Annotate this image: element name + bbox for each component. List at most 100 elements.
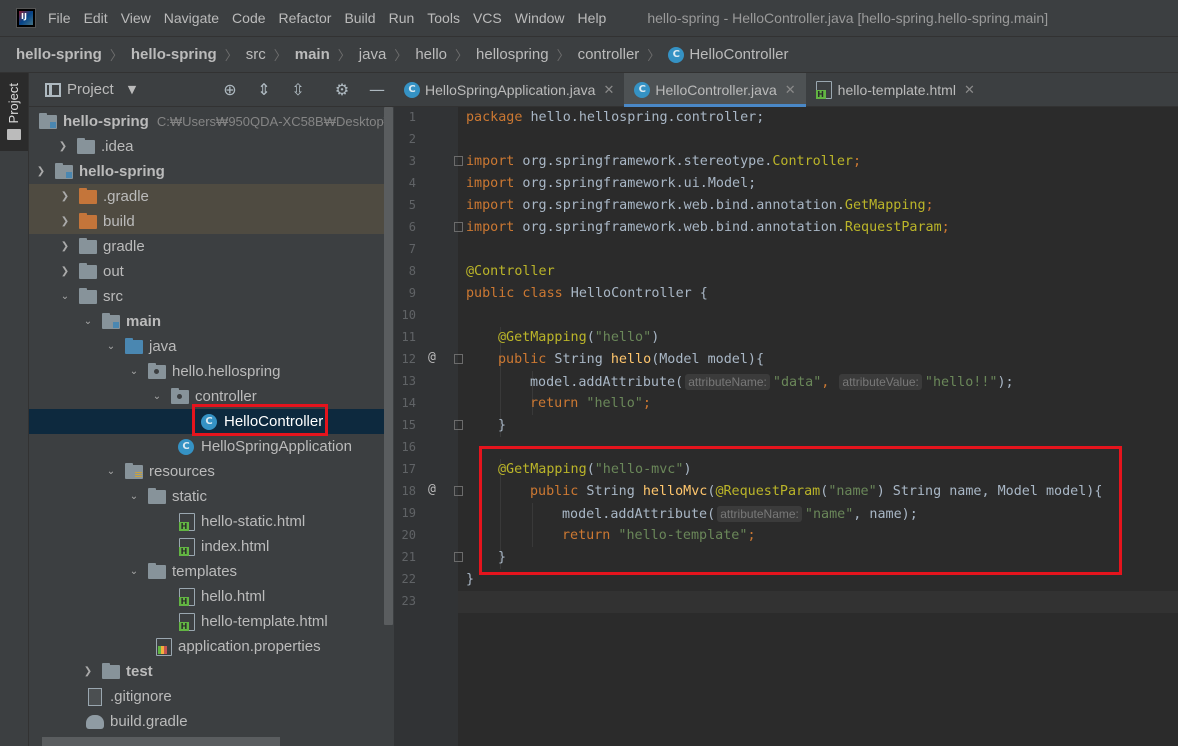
breadcrumb-item[interactable]: controller (578, 46, 640, 63)
tree-item-gradle-dir[interactable]: ❯ .gradle (29, 184, 385, 209)
chevron-right-icon[interactable]: ❯ (57, 216, 73, 227)
chevron-down-icon[interactable]: ▼ (128, 83, 136, 96)
menu-tools[interactable]: Tools (427, 10, 460, 26)
fold-marker-icon[interactable] (454, 222, 463, 232)
tree-item-build-gradle[interactable]: build.gradle (29, 709, 385, 734)
tree-item-build[interactable]: ❯ build (29, 209, 385, 234)
breadcrumb-item[interactable]: hello (415, 46, 447, 63)
close-icon[interactable]: ✕ (603, 82, 614, 98)
line-number: 23 (401, 594, 416, 608)
line-number: 8 (408, 264, 416, 278)
chevron-right-icon[interactable]: ❯ (80, 666, 96, 677)
chevron-down-icon[interactable]: ⌄ (126, 566, 142, 577)
breadcrumb-item[interactable]: hello-spring (131, 46, 217, 63)
tree-item-label: .gitignore (110, 688, 172, 705)
gear-icon[interactable]: ⚙ (332, 80, 352, 100)
tree-item-hello-template-html[interactable]: hello-template.html (29, 609, 385, 634)
tree-item-index-html[interactable]: index.html (29, 534, 385, 559)
tab-hellospringapplication[interactable]: C HelloSpringApplication.java ✕ (394, 73, 624, 107)
tree-item-root[interactable]: hello-spring C:₩Users₩950QDA-XC58B₩Deskt… (29, 109, 385, 134)
java-class-icon: C (668, 46, 685, 63)
menu-navigate[interactable]: Navigate (164, 10, 219, 26)
minimize-icon[interactable]: — (367, 80, 387, 100)
project-view-icon (45, 82, 61, 97)
menu-run[interactable]: Run (389, 10, 415, 26)
fold-marker-icon[interactable] (454, 354, 463, 364)
code-line-23-current[interactable] (458, 591, 1178, 613)
tree-item-idea[interactable]: ❯ .idea (29, 134, 385, 159)
breadcrumb-item[interactable]: hello-spring (16, 46, 102, 63)
implemented-marker-icon[interactable]: @ (428, 350, 436, 365)
tree-item-package[interactable]: ⌄ hello.hellospring (29, 359, 385, 384)
line-number: 15 (401, 418, 416, 432)
chevron-right-icon[interactable]: ❯ (57, 266, 73, 277)
tab-hellocontroller[interactable]: C HelloController.java ✕ (624, 73, 806, 107)
menu-help[interactable]: Help (578, 10, 607, 26)
tree-item-templates[interactable]: ⌄ templates (29, 559, 385, 584)
window-title: hello-spring - HelloController.java [hel… (647, 10, 1049, 26)
tree-item-out[interactable]: ❯ out (29, 259, 385, 284)
source-root-icon (102, 312, 120, 329)
chevron-right-icon[interactable]: ❯ (57, 191, 73, 202)
breadcrumb-separator-icon: 〉 (394, 48, 408, 63)
breadcrumb-item-current[interactable]: C HelloController (668, 46, 789, 63)
tree-item-gitignore[interactable]: .gitignore (29, 684, 385, 709)
tree-item-label: test (126, 663, 153, 680)
menu-file[interactable]: File (48, 10, 71, 26)
breadcrumb-item[interactable]: hellospring (476, 46, 549, 63)
menu-edit[interactable]: Edit (84, 10, 108, 26)
chevron-down-icon[interactable]: ⌄ (57, 291, 73, 302)
menu-refactor[interactable]: Refactor (279, 10, 332, 26)
tree-item-static[interactable]: ⌄ static (29, 484, 385, 509)
fold-marker-icon[interactable] (454, 552, 463, 562)
project-vertical-scrollbar[interactable] (384, 107, 393, 625)
tree-item-src[interactable]: ⌄ src (29, 284, 385, 309)
project-tool-tab[interactable]: Project (0, 73, 28, 151)
chevron-down-icon[interactable]: ⌄ (103, 341, 119, 352)
folder-icon (79, 262, 97, 279)
fold-marker-icon[interactable] (454, 156, 463, 166)
code-line-12: public String hello(Model model){ (498, 352, 765, 367)
breadcrumb-item[interactable]: java (359, 46, 387, 63)
chevron-down-icon[interactable]: ⌄ (149, 391, 165, 402)
chevron-down-icon[interactable]: ⌄ (126, 491, 142, 502)
breadcrumb-item[interactable]: src (246, 46, 266, 63)
tree-item-main[interactable]: ⌄ main (29, 309, 385, 334)
menu-build[interactable]: Build (344, 10, 375, 26)
expand-all-icon[interactable]: ⇕ (254, 80, 274, 100)
implemented-marker-icon[interactable]: @ (428, 482, 436, 497)
tree-item-gradle[interactable]: ❯ gradle (29, 234, 385, 259)
chevron-right-icon[interactable]: ❯ (55, 141, 71, 152)
menu-code[interactable]: Code (232, 10, 265, 26)
tree-item-application-properties[interactable]: application.properties (29, 634, 385, 659)
tree-item-hello-html[interactable]: hello.html (29, 584, 385, 609)
menu-view[interactable]: View (121, 10, 151, 26)
close-icon[interactable]: ✕ (964, 82, 975, 98)
chevron-down-icon[interactable]: ⌄ (80, 316, 96, 327)
breadcrumb-item[interactable]: main (295, 46, 330, 63)
project-panel-title[interactable]: Project (67, 81, 114, 98)
menu-vcs[interactable]: VCS (473, 10, 502, 26)
collapse-all-icon[interactable]: ⇳ (288, 80, 308, 100)
close-icon[interactable]: ✕ (785, 82, 796, 98)
tree-item-label: hello.hellospring (172, 363, 281, 380)
project-horizontal-scrollbar[interactable] (42, 737, 280, 746)
tree-item-test[interactable]: ❯ test (29, 659, 385, 684)
chevron-down-icon[interactable]: ⌄ (103, 466, 119, 477)
chevron-down-icon[interactable]: ❯ (33, 166, 49, 177)
tree-item-resources[interactable]: ⌄ resources (29, 459, 385, 484)
tab-hello-template[interactable]: hello-template.html ✕ (806, 73, 985, 107)
tree-item-hello-spring[interactable]: ❯ hello-spring (29, 159, 385, 184)
locate-file-icon[interactable]: ⊕ (220, 80, 240, 100)
fold-marker-icon[interactable] (454, 420, 463, 430)
chevron-right-icon[interactable]: ❯ (57, 241, 73, 252)
chevron-down-icon[interactable]: ⌄ (126, 366, 142, 377)
code-editor[interactable]: 1 2 3 4 5 6 7 8 9 10 11 12 13 14 15 16 1… (394, 107, 1178, 746)
fold-marker-icon[interactable] (454, 486, 463, 496)
java-class-icon: C (634, 82, 651, 98)
tree-item-hellospringapplication[interactable]: C HelloSpringApplication (29, 434, 385, 459)
tree-item-java[interactable]: ⌄ java (29, 334, 385, 359)
tree-item-hello-static-html[interactable]: hello-static.html (29, 509, 385, 534)
menu-window[interactable]: Window (515, 10, 565, 26)
html-file-icon (179, 512, 195, 531)
